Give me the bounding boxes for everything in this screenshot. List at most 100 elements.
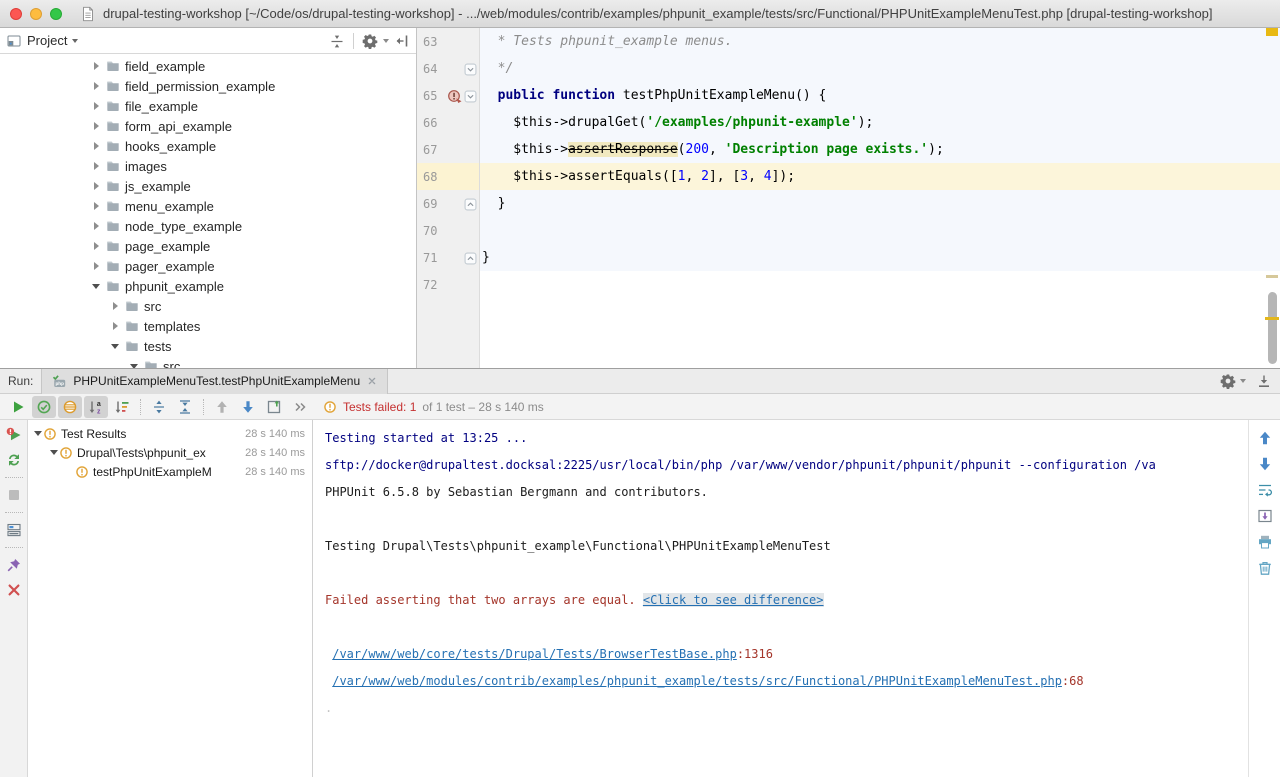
- collapse-arrow-icon[interactable]: [32, 431, 43, 436]
- collapse-arrow-icon[interactable]: [128, 364, 140, 369]
- project-tree-item-src[interactable]: src: [0, 356, 416, 368]
- error-stripe-top-marker[interactable]: [1266, 28, 1278, 36]
- project-tree-item-pager_example[interactable]: pager_example: [0, 256, 416, 276]
- editor-line-63[interactable]: 63 * Tests phpunit_example menus.: [417, 28, 1280, 55]
- chevron-down-icon[interactable]: [72, 39, 78, 43]
- up-arrow-icon[interactable]: [1257, 430, 1273, 446]
- rerun-icon[interactable]: [6, 452, 22, 468]
- code-line-content[interactable]: */: [480, 55, 1280, 82]
- test-failed-icon[interactable]: [447, 89, 463, 103]
- editor-line-65[interactable]: 65 public function testPhpUnitExampleMen…: [417, 82, 1280, 109]
- chevron-down-icon[interactable]: [383, 39, 389, 43]
- editor-gutter[interactable]: 70: [417, 217, 480, 244]
- project-tree-item-page_example[interactable]: page_example: [0, 236, 416, 256]
- fold-marker-icon[interactable]: [464, 90, 477, 102]
- project-tree-item-src[interactable]: src: [0, 296, 416, 316]
- editor-gutter[interactable]: 67: [417, 136, 480, 163]
- project-tree-item-field_example[interactable]: field_example: [0, 56, 416, 76]
- editor-line-69[interactable]: 69 }: [417, 190, 1280, 217]
- editor-line-68[interactable]: 68 $this->assertEquals([1, 2], [3, 4]);: [417, 163, 1280, 190]
- test-console-output[interactable]: Testing started at 13:25 ...sftp://docke…: [313, 420, 1248, 777]
- pin-icon[interactable]: [6, 557, 22, 573]
- expand-all-button[interactable]: [147, 396, 171, 418]
- code-line-content[interactable]: $this->assertEquals([1, 2], [3, 4]);: [480, 163, 1280, 190]
- expand-arrow-icon[interactable]: [90, 262, 102, 270]
- editor-line-64[interactable]: 64 */: [417, 55, 1280, 82]
- sort-duration-button[interactable]: [110, 396, 134, 418]
- editor-line-67[interactable]: 67 $this->assertResponse(200, 'Descripti…: [417, 136, 1280, 163]
- close-red-icon[interactable]: [6, 582, 22, 598]
- code-line-content[interactable]: [480, 271, 1280, 298]
- project-tree-item-menu_example[interactable]: menu_example: [0, 196, 416, 216]
- code-line-content[interactable]: }: [480, 190, 1280, 217]
- console-link[interactable]: <Click to see difference>: [643, 593, 824, 607]
- fold-marker-icon[interactable]: [464, 252, 477, 264]
- editor-gutter[interactable]: 63: [417, 28, 480, 55]
- rerun-failed-icon[interactable]: [6, 427, 22, 443]
- editor-line-71[interactable]: 71}: [417, 244, 1280, 271]
- project-tree-item-form_api_example[interactable]: form_api_example: [0, 116, 416, 136]
- export-test-results-button[interactable]: [262, 396, 286, 418]
- test-tree-item[interactable]: Drupal\Tests\phpunit_ex28 s 140 ms: [28, 443, 312, 462]
- project-tree-item-field_permission_example[interactable]: field_permission_example: [0, 76, 416, 96]
- test-tree-item[interactable]: Test Results28 s 140 ms: [28, 424, 312, 443]
- editor-gutter[interactable]: 71: [417, 244, 480, 271]
- down-arrow-icon[interactable]: [1257, 456, 1273, 472]
- code-line-content[interactable]: $this->assertResponse(200, 'Description …: [480, 136, 1280, 163]
- console-link[interactable]: /var/www/web/modules/contrib/examples/ph…: [332, 674, 1062, 688]
- editor-line-66[interactable]: 66 $this->drupalGet('/examples/phpunit-e…: [417, 109, 1280, 136]
- project-tree-item-phpunit_example[interactable]: phpunit_example: [0, 276, 416, 296]
- project-panel-title[interactable]: Project: [27, 33, 67, 48]
- expand-arrow-icon[interactable]: [90, 102, 102, 110]
- sort-alpha-button[interactable]: az: [84, 396, 108, 418]
- close-window-button[interactable]: [10, 8, 22, 20]
- expand-arrow-icon[interactable]: [90, 202, 102, 210]
- print-icon[interactable]: [1257, 534, 1273, 550]
- project-tree-item-hooks_example[interactable]: hooks_example: [0, 136, 416, 156]
- code-line-content[interactable]: }: [480, 244, 1280, 271]
- editor-gutter[interactable]: 66: [417, 109, 480, 136]
- expand-arrow-icon[interactable]: [109, 302, 121, 310]
- next-failed-button[interactable]: [236, 396, 260, 418]
- editor-gutter[interactable]: 64: [417, 55, 480, 82]
- settings-gear-icon[interactable]: [362, 33, 378, 49]
- run-tab[interactable]: php PHPUnitExampleMenuTest.testPhpUnitEx…: [41, 369, 388, 394]
- soft-wrap-icon[interactable]: [1257, 482, 1273, 498]
- code-line-content[interactable]: [480, 217, 1280, 244]
- locate-icon[interactable]: [329, 33, 345, 49]
- collapse-arrow-icon[interactable]: [109, 344, 121, 349]
- hide-panel-icon[interactable]: [394, 33, 410, 49]
- editor-line-70[interactable]: 70: [417, 217, 1280, 244]
- editor-gutter[interactable]: 69: [417, 190, 480, 217]
- test-tree-item[interactable]: testPhpUnitExampleM28 s 140 ms: [28, 462, 312, 481]
- expand-arrow-icon[interactable]: [90, 122, 102, 130]
- error-stripe-current-marker[interactable]: [1265, 317, 1279, 320]
- expand-arrow-icon[interactable]: [90, 162, 102, 170]
- code-line-content[interactable]: public function testPhpUnitExampleMenu()…: [480, 82, 1280, 109]
- code-line-content[interactable]: * Tests phpunit_example menus.: [480, 28, 1280, 55]
- project-tree-item-file_example[interactable]: file_example: [0, 96, 416, 116]
- more-chevron-button[interactable]: [288, 396, 312, 418]
- expand-arrow-icon[interactable]: [90, 182, 102, 190]
- chevron-down-icon[interactable]: [1240, 379, 1246, 383]
- fold-marker-icon[interactable]: [464, 63, 477, 75]
- collapse-all-button[interactable]: [173, 396, 197, 418]
- run-button[interactable]: [6, 396, 30, 418]
- expand-arrow-icon[interactable]: [90, 82, 102, 90]
- code-editor[interactable]: 63 * Tests phpunit_example menus.64 */65…: [417, 28, 1280, 368]
- project-tree-item-js_example[interactable]: js_example: [0, 176, 416, 196]
- hide-toolwindow-icon[interactable]: [1256, 373, 1272, 389]
- error-stripe-warning-marker[interactable]: [1266, 275, 1278, 278]
- clear-all-icon[interactable]: [1257, 560, 1273, 576]
- stop-icon[interactable]: [6, 487, 22, 503]
- close-icon[interactable]: [366, 375, 378, 387]
- prev-failed-button[interactable]: [210, 396, 234, 418]
- minimize-window-button[interactable]: [30, 8, 42, 20]
- expand-arrow-icon[interactable]: [90, 62, 102, 70]
- project-tree-item-node_type_example[interactable]: node_type_example: [0, 216, 416, 236]
- fold-marker-icon[interactable]: [464, 198, 477, 210]
- restore-layout-icon[interactable]: [6, 522, 22, 538]
- code-line-content[interactable]: $this->drupalGet('/examples/phpunit-exam…: [480, 109, 1280, 136]
- editor-line-72[interactable]: 72: [417, 271, 1280, 298]
- show-passed-button[interactable]: [32, 396, 56, 418]
